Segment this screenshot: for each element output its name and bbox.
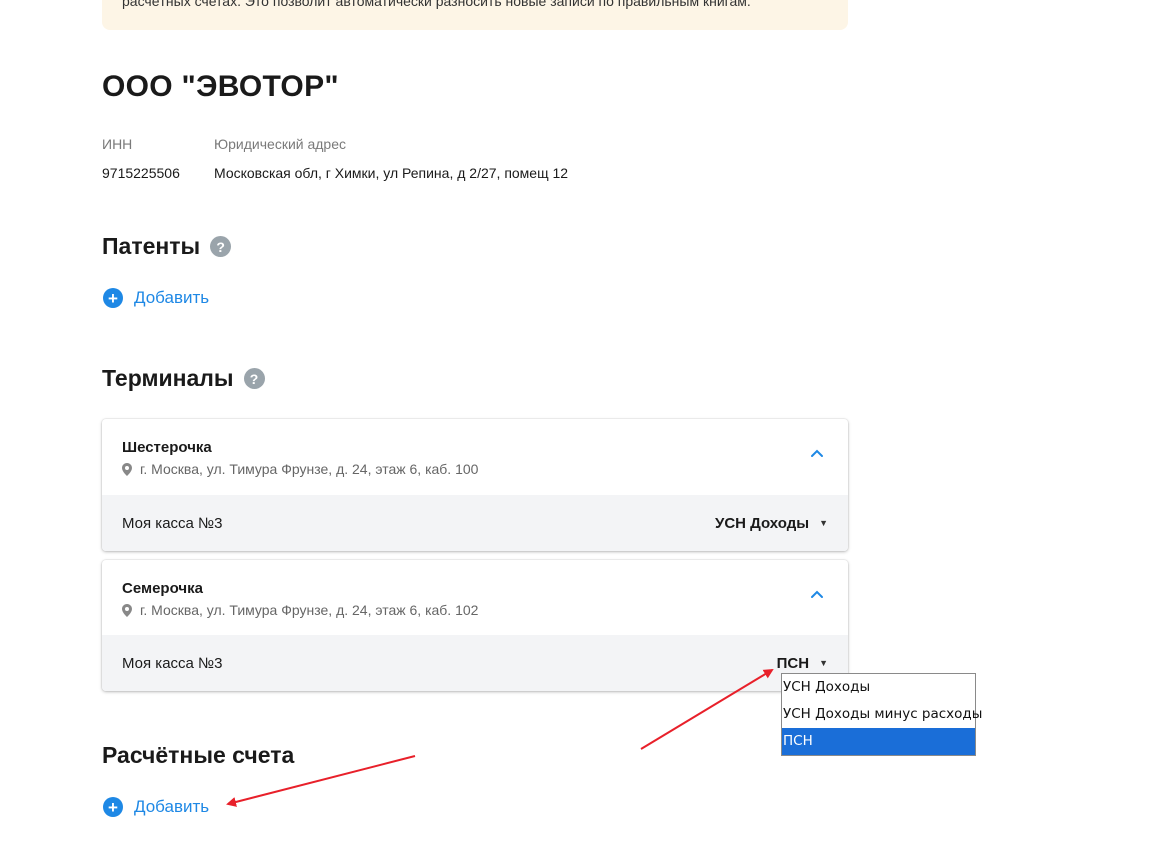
chevron-up-icon[interactable] [810, 589, 824, 599]
add-patent-button[interactable]: + Добавить [103, 288, 209, 308]
tax-system-value: ПСН [776, 654, 810, 672]
map-pin-icon [122, 603, 132, 617]
address-label: Юридический адрес [214, 136, 347, 152]
kassa-name: Моя касса №3 [122, 654, 223, 672]
dropdown-option[interactable]: УСН Доходы минус расходы [782, 701, 982, 728]
map-pin-icon [122, 462, 132, 476]
terminal-address-text: г. Москва, ул. Тимура Фрунзе, д. 24, эта… [140, 461, 479, 477]
organization-title: ООО "ЭВОТОР" [102, 70, 339, 103]
accounts-section-title: Расчётные счета [102, 742, 294, 769]
accounts-title: Расчётные счета [102, 742, 295, 768]
terminal-address-text: г. Москва, ул. Тимура Фрунзе, д. 24, эта… [140, 602, 479, 618]
inn-value: 9715225506 [102, 165, 180, 181]
add-account-button[interactable]: + Добавить [103, 797, 209, 817]
terminal-card: Шестерочка г. Москва, ул. Тимура Фрунзе,… [102, 419, 848, 551]
dropdown-option[interactable]: УСН Доходы [782, 674, 975, 701]
patents-section-title: Патенты ? [102, 233, 232, 260]
terminal-address: г. Москва, ул. Тимура Фрунзе, д. 24, эта… [122, 602, 828, 618]
add-account-label: Добавить [134, 797, 210, 816]
tax-system-value: УСН Доходы [714, 514, 810, 532]
caret-down-icon: ▼ [819, 518, 828, 528]
kassa-row: Моя касса №3 УСН Доходы ▼ [102, 495, 848, 551]
dropdown-option-selected[interactable]: ПСН [782, 728, 975, 755]
notice-text: расчётных счетах. Это позволит автоматич… [122, 0, 751, 9]
address-value: Московская обл, г Химки, ул Репина, д 2/… [214, 165, 569, 181]
tax-system-select[interactable]: ПСН ▼ [777, 655, 828, 672]
terminal-card: Семерочка г. Москва, ул. Тимура Фрунзе, … [102, 560, 848, 691]
plus-circle-icon: + [103, 288, 123, 308]
inn-label: ИНН [102, 136, 133, 152]
tax-system-select[interactable]: УСН Доходы ▼ [715, 515, 828, 532]
terminal-header[interactable]: Шестерочка г. Москва, ул. Тимура Фрунзе,… [102, 419, 848, 495]
info-notice: расчётных счетах. Это позволит автоматич… [102, 0, 848, 30]
kassa-row: Моя касса №3 ПСН ▼ [102, 635, 848, 691]
chevron-up-icon[interactable] [810, 448, 824, 458]
question-circle-icon[interactable]: ? [243, 368, 265, 389]
terminals-section-title: Терминалы ? [102, 365, 265, 392]
add-patent-label: Добавить [134, 288, 210, 307]
tax-system-dropdown: УСН Доходы УСН Доходы минус расходы ПСН [781, 673, 982, 756]
kassa-name: Моя касса №3 [122, 514, 223, 532]
terminals-title: Терминалы [102, 365, 234, 391]
terminal-name: Шестерочка [122, 439, 212, 456]
terminal-address: г. Москва, ул. Тимура Фрунзе, д. 24, эта… [122, 461, 828, 477]
plus-circle-icon: + [103, 797, 123, 817]
caret-down-icon: ▼ [819, 658, 828, 668]
question-circle-icon[interactable]: ? [210, 236, 232, 257]
terminal-name: Семерочка [122, 580, 203, 597]
terminal-header[interactable]: Семерочка г. Москва, ул. Тимура Фрунзе, … [102, 560, 848, 635]
patents-title: Патенты [102, 233, 201, 259]
